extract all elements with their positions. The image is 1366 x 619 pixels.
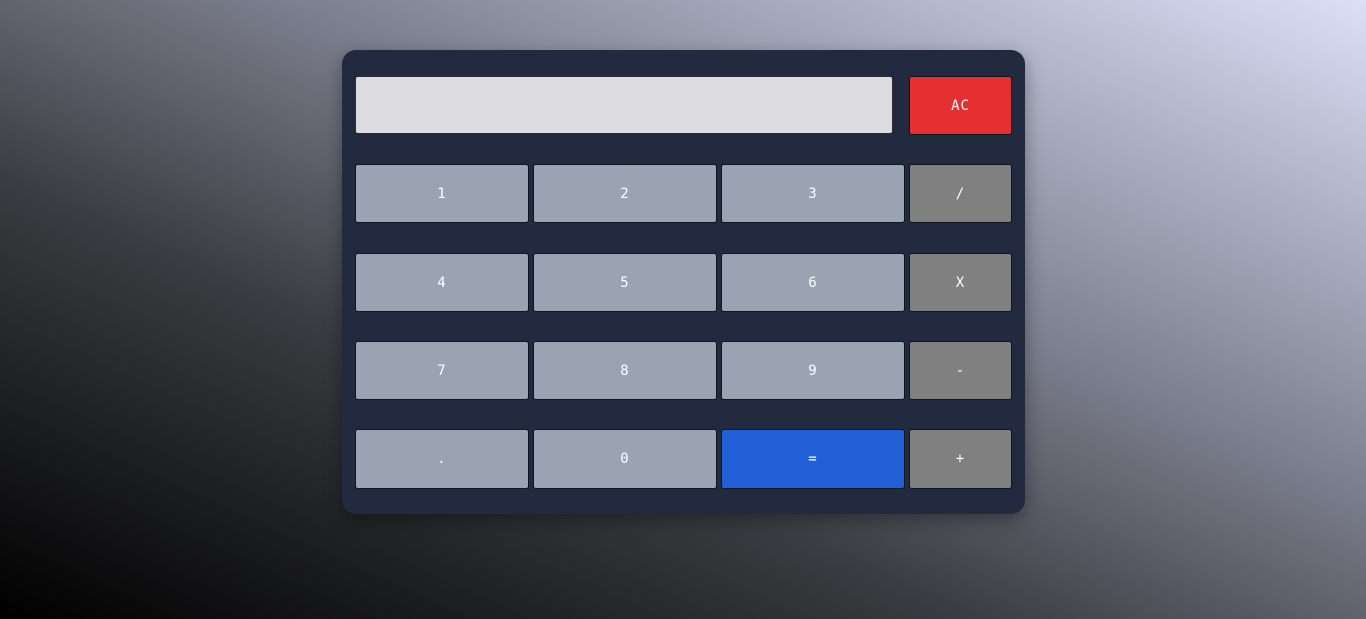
subtract-button[interactable]: - (909, 341, 1012, 400)
digit-0-button[interactable]: 0 (533, 429, 717, 489)
decimal-button[interactable]: . (355, 429, 529, 489)
multiply-button[interactable]: X (909, 253, 1012, 312)
digit-3-button[interactable]: 3 (721, 164, 905, 223)
clear-button[interactable]: AC (909, 76, 1012, 135)
digit-4-button[interactable]: 4 (355, 253, 529, 312)
digit-9-button[interactable]: 9 (721, 341, 905, 400)
digit-2-button[interactable]: 2 (533, 164, 717, 223)
calculator-display[interactable] (355, 76, 893, 134)
equals-button[interactable]: = (721, 429, 905, 489)
digit-1-button[interactable]: 1 (355, 164, 529, 223)
divide-button[interactable]: / (909, 164, 1012, 223)
digit-5-button[interactable]: 5 (533, 253, 717, 312)
add-button[interactable]: + (909, 429, 1012, 489)
digit-8-button[interactable]: 8 (533, 341, 717, 400)
calculator-panel: AC 1 2 3 / 4 5 6 X 7 8 9 - . 0 = + (342, 50, 1025, 514)
digit-6-button[interactable]: 6 (721, 253, 905, 312)
digit-7-button[interactable]: 7 (355, 341, 529, 400)
